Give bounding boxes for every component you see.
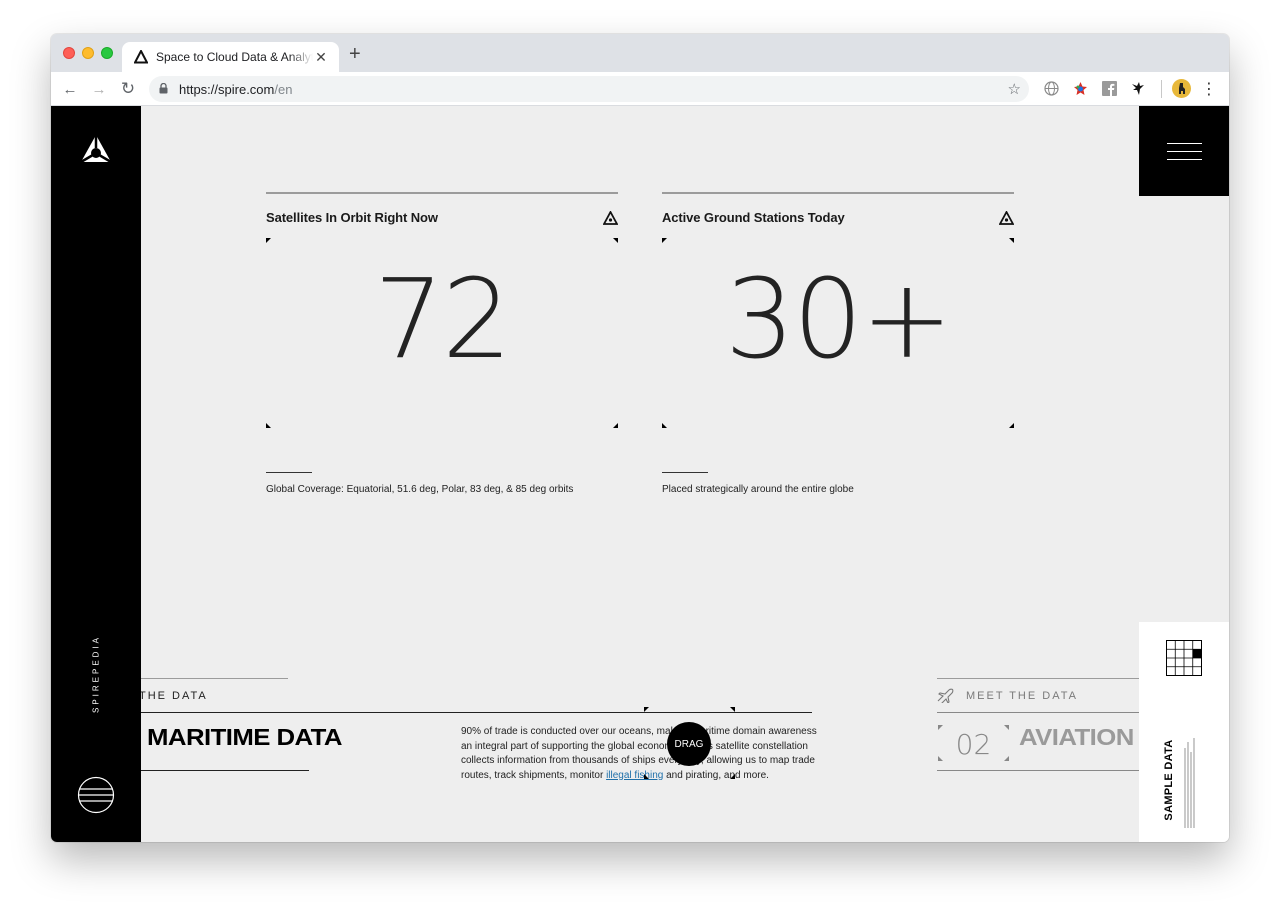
new-tab-button[interactable]: +	[349, 44, 361, 64]
close-window-button[interactable]	[63, 47, 75, 59]
stat-label: Satellites In Orbit Right Now	[266, 210, 438, 225]
maritime-data-title[interactable]: MARITIME DATA	[147, 724, 343, 751]
slide-rule	[141, 712, 812, 713]
frame-corner	[662, 238, 667, 243]
sidebar: SPIREPEDIA	[51, 106, 141, 842]
tab-bar: Space to Cloud Data & Analytics ✕ +	[51, 34, 1229, 72]
caption-rule	[662, 472, 708, 473]
illegal-fishing-link[interactable]: illegal fishing	[606, 770, 663, 781]
menu-line	[1166, 150, 1202, 152]
tab-title: Space to Cloud Data & Analytics	[156, 50, 313, 64]
url-host: https://spire.com	[179, 82, 275, 97]
sample-data-title: SAMPLE DATA	[1163, 739, 1175, 821]
drag-corner	[644, 774, 649, 779]
section-rule	[141, 678, 288, 679]
globe-extension-icon[interactable]	[1043, 80, 1060, 97]
meet-the-data-label: THE DATA	[139, 690, 208, 702]
maritime-description: 90% of trade is conducted over our ocean…	[461, 725, 817, 783]
stat-card-ground-stations: Active Ground Stations Today 30+ Placed …	[662, 192, 1014, 495]
spire-triangle-icon	[999, 210, 1014, 225]
stat-card-satellites: Satellites In Orbit Right Now 72 Global …	[266, 192, 618, 495]
bird-extension-icon[interactable]	[1129, 80, 1146, 97]
maximize-window-button[interactable]	[101, 47, 113, 59]
globe-lines-icon[interactable]	[77, 776, 115, 814]
bookmark-star-icon[interactable]: ☆	[1008, 80, 1021, 98]
browser-window: Space to Cloud Data & Analytics ✕ + ← → …	[51, 34, 1229, 842]
drag-corner	[644, 707, 649, 712]
slide-rule	[141, 770, 309, 771]
profile-avatar-icon[interactable]	[1172, 79, 1191, 98]
card-header: Satellites In Orbit Right Now	[266, 194, 618, 230]
spirepedia-link[interactable]: SPIREPEDIA	[92, 635, 101, 713]
stat-caption: Global Coverage: Equatorial, 51.6 deg, P…	[266, 484, 574, 495]
facebook-extension-icon[interactable]	[1101, 80, 1118, 97]
forward-button[interactable]: →	[89, 79, 109, 99]
slide-number-box: 02	[938, 725, 1009, 761]
slide-rule	[937, 770, 1139, 771]
drag-corner	[730, 774, 735, 779]
next-slide-header: MEET THE DATA	[937, 688, 1078, 703]
browser-menu-icon[interactable]: ⋮	[1199, 79, 1219, 99]
frame-corner	[613, 423, 618, 428]
card-header: Active Ground Stations Today	[662, 194, 1014, 230]
browser-toolbar: ← → ↻ https://spire.com/en ☆ ⋮	[51, 72, 1229, 106]
drag-cursor-button[interactable]: DRAG	[667, 722, 711, 766]
toolbar-separator	[1161, 80, 1162, 98]
frame-corner	[266, 238, 271, 243]
menu-line	[1166, 158, 1202, 160]
address-bar[interactable]: https://spire.com/en ☆	[149, 76, 1029, 102]
frame-corner	[662, 423, 667, 428]
lock-icon	[159, 83, 168, 94]
menu-line	[1166, 142, 1202, 144]
stat-value: 72	[374, 255, 512, 383]
stat-label: Active Ground Stations Today	[662, 210, 845, 225]
spire-favicon-icon	[134, 50, 148, 64]
caption-rule	[266, 472, 312, 473]
meet-the-data-label: MEET THE DATA	[966, 689, 1078, 702]
back-button[interactable]: ←	[60, 79, 80, 99]
browser-tab[interactable]: Space to Cloud Data & Analytics ✕	[122, 42, 339, 72]
url-text: https://spire.com/en	[179, 82, 292, 97]
stat-value-frame: 72	[266, 238, 618, 428]
frame-corner	[266, 423, 271, 428]
page-content: SPIREPEDIA Satellites In Orbit Right Now	[51, 106, 1229, 842]
spire-logo-icon[interactable]	[80, 134, 112, 164]
frame-corner	[613, 238, 618, 243]
minimize-window-button[interactable]	[82, 47, 94, 59]
slide-rule	[937, 712, 1139, 713]
colorful-star-extension-icon[interactable]	[1072, 80, 1089, 97]
section-rule	[937, 678, 1139, 679]
url-path: /en	[274, 82, 293, 97]
stat-caption: Placed strategically around the entire g…	[662, 484, 854, 495]
data-grid-icon	[1166, 640, 1202, 676]
spire-triangle-icon	[603, 210, 618, 225]
aviation-data-title[interactable]: AVIATION	[1019, 724, 1134, 751]
airplane-icon	[937, 688, 954, 703]
sample-data-panel[interactable]: SAMPLE DATA	[1139, 622, 1229, 842]
slide-number: 02	[955, 728, 992, 761]
stat-value: 30+	[724, 255, 953, 383]
stat-value-frame: 30+	[662, 238, 1014, 428]
tab-close-icon[interactable]: ✕	[313, 49, 329, 66]
reload-button[interactable]: ↻	[118, 79, 138, 99]
frame-corner	[1009, 238, 1014, 243]
frame-corner	[1009, 423, 1014, 428]
description-text-end: and pirating, and more.	[663, 769, 769, 781]
drag-corner	[730, 707, 735, 712]
sample-data-fine-print-icon	[1184, 738, 1195, 828]
hamburger-menu-button[interactable]	[1139, 106, 1229, 196]
